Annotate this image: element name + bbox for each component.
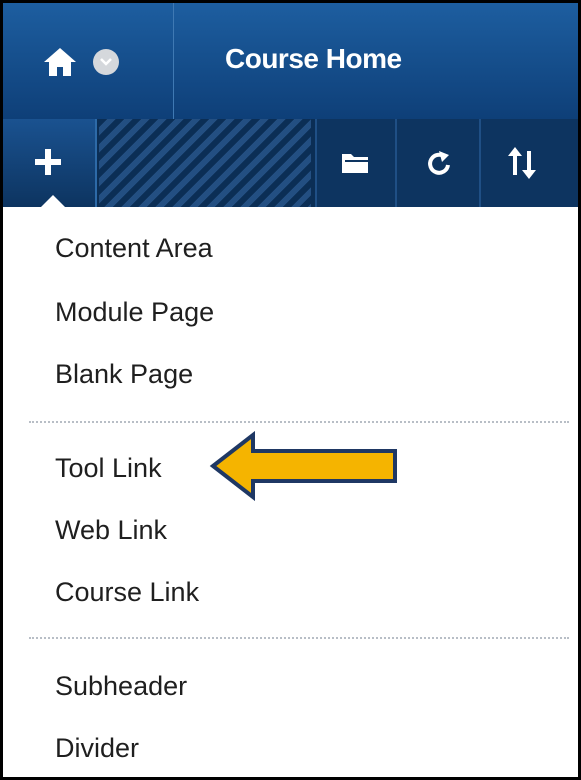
caret-up-icon [41, 195, 65, 207]
highlight-arrow-icon [209, 431, 397, 501]
home-icon[interactable] [43, 47, 77, 77]
menu-divider [29, 421, 569, 423]
menu-item-web-link[interactable]: Web Link [55, 515, 167, 546]
plus-icon [35, 149, 61, 175]
menu-item-content-area[interactable]: Content Area [55, 233, 213, 264]
header-icon-group [3, 3, 174, 119]
course-menu-frame: Course Home Content Area Module Page Bla… [0, 0, 581, 780]
toolbar-stripes [99, 119, 311, 207]
folder-view-button[interactable] [315, 119, 395, 207]
menu-item-module-page[interactable]: Module Page [55, 297, 214, 328]
course-menu-toolbar [3, 119, 578, 207]
refresh-icon [428, 151, 450, 175]
menu-item-tool-link[interactable]: Tool Link [55, 453, 162, 484]
sort-icon [508, 147, 536, 179]
refresh-button[interactable] [395, 119, 479, 207]
menu-item-blank-page[interactable]: Blank Page [55, 359, 193, 390]
course-title[interactable]: Course Home [225, 43, 402, 75]
add-menu-item-button[interactable] [3, 119, 97, 207]
chevron-down-circle-icon[interactable] [93, 49, 119, 75]
menu-item-subheader[interactable]: Subheader [55, 671, 187, 702]
sort-button[interactable] [479, 119, 578, 207]
menu-item-divider[interactable]: Divider [55, 733, 139, 764]
folder-icon [342, 154, 368, 173]
menu-divider [29, 637, 569, 639]
course-header: Course Home [3, 3, 578, 119]
menu-item-course-link[interactable]: Course Link [55, 577, 199, 608]
